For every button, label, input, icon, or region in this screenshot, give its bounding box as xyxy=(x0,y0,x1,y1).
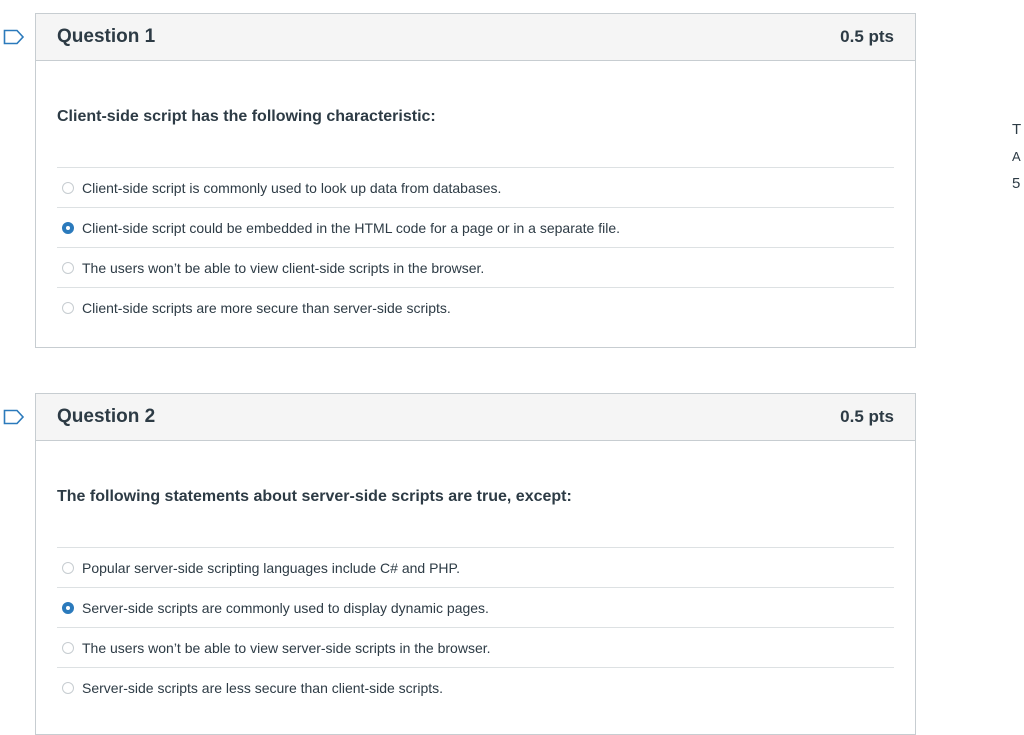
answer-label: Popular server-side scripting languages … xyxy=(82,559,460,576)
radio-unselected-icon[interactable] xyxy=(62,261,74,274)
answer-option[interactable]: The users won’t be able to view client-s… xyxy=(57,248,894,288)
question-title: Question 1 xyxy=(57,26,156,47)
answer-label: Server-side scripts are less secure than… xyxy=(82,679,444,696)
radio-unselected-icon[interactable] xyxy=(62,301,74,314)
answer-option[interactable]: Client-side scripts are more secure than… xyxy=(57,288,894,327)
question-1: Question 1 0.5 pts Client-side script ha… xyxy=(35,13,916,348)
radio-unselected-icon[interactable] xyxy=(62,561,74,574)
answer-label: Client-side scripts are more secure than… xyxy=(82,299,451,316)
question-2: Question 2 0.5 pts The following stateme… xyxy=(35,393,916,735)
answer-label: Client-side script is commonly used to l… xyxy=(82,179,502,196)
answer-list: Client-side script is commonly used to l… xyxy=(57,167,894,327)
answer-label: Server-side scripts are commonly used to… xyxy=(82,599,489,616)
flag-question-icon[interactable] xyxy=(3,409,25,425)
answer-option[interactable]: Client-side script could be embedded in … xyxy=(57,208,894,248)
question-body: Client-side script has the following cha… xyxy=(36,61,915,327)
answer-option[interactable]: Server-side scripts are commonly used to… xyxy=(57,588,894,628)
question-title: Question 2 xyxy=(57,406,156,427)
answer-label: The users won’t be able to view client-s… xyxy=(82,259,485,276)
answer-option[interactable]: Client-side script is commonly used to l… xyxy=(57,168,894,208)
side-panel-line: A xyxy=(1012,149,1021,164)
radio-selected-icon[interactable] xyxy=(62,601,74,614)
answer-label: The users won’t be able to view server-s… xyxy=(82,639,491,656)
question-points: 0.5 pts xyxy=(840,27,894,46)
question-points: 0.5 pts xyxy=(840,407,894,426)
radio-selected-icon[interactable] xyxy=(62,221,74,234)
side-panel-line: T xyxy=(1012,121,1022,138)
flag-question-icon[interactable] xyxy=(3,29,25,45)
question-text: Client-side script has the following cha… xyxy=(57,108,436,125)
answer-option[interactable]: Popular server-side scripting languages … xyxy=(57,548,894,588)
radio-unselected-icon[interactable] xyxy=(62,681,74,694)
question-body: The following statements about server-si… xyxy=(36,441,915,707)
question-header: Question 1 0.5 pts xyxy=(36,14,915,61)
question-header: Question 2 0.5 pts xyxy=(36,394,915,441)
answer-list: Popular server-side scripting languages … xyxy=(57,547,894,707)
answer-option[interactable]: Server-side scripts are less secure than… xyxy=(57,668,894,707)
answer-option[interactable]: The users won’t be able to view server-s… xyxy=(57,628,894,668)
side-panel-line: 5 xyxy=(1012,175,1021,192)
radio-unselected-icon[interactable] xyxy=(62,181,74,194)
side-panel: T A 5 xyxy=(1012,116,1024,197)
answer-label: Client-side script could be embedded in … xyxy=(82,219,621,236)
question-text: The following statements about server-si… xyxy=(57,488,572,505)
radio-unselected-icon[interactable] xyxy=(62,641,74,654)
